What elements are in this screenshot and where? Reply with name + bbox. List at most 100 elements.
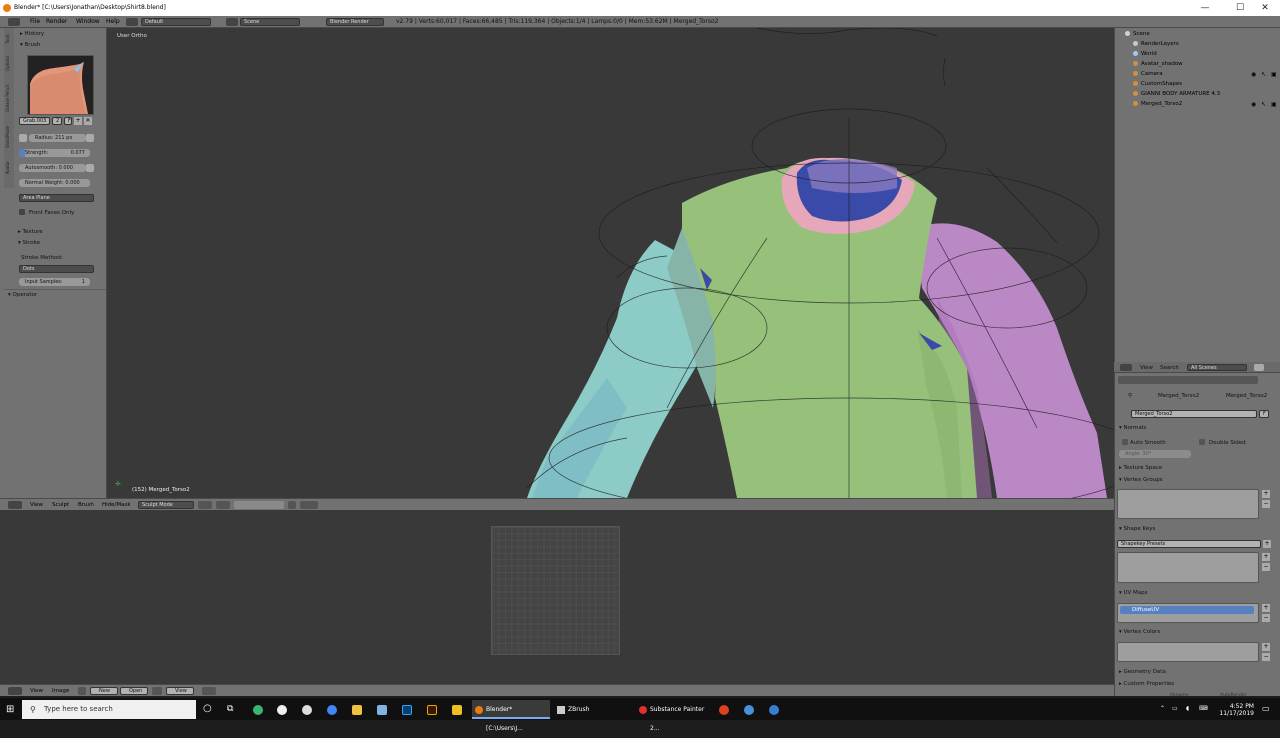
menu-help[interactable]: Help [106, 18, 120, 25]
brush-name-field[interactable]: Grab.003 [19, 117, 50, 125]
image-editor-type-icon[interactable] [8, 687, 22, 695]
outliner-search-menu[interactable]: Search [1160, 365, 1179, 371]
lock-layers-icon[interactable] [288, 501, 296, 509]
render-engine-selector[interactable]: Blender Render [326, 18, 384, 26]
menu-render[interactable]: Render [46, 18, 67, 25]
menu-brush[interactable]: Brush [78, 502, 94, 508]
file-explorer-icon[interactable] [352, 705, 362, 715]
tab-options[interactable]: Options [5, 50, 13, 76]
menu-view[interactable]: View [30, 502, 43, 508]
area-plane-selector[interactable]: Area Plane [19, 194, 94, 202]
layout-selector[interactable]: Default [141, 18, 211, 26]
scene-icon[interactable] [226, 18, 238, 26]
task-view-icon[interactable]: ⧉ [227, 704, 233, 714]
uv-menu-view[interactable]: View [30, 688, 43, 694]
scene-selector[interactable]: Scene [240, 18, 300, 26]
brush-users-field[interactable]: 2 [52, 117, 62, 125]
input-samples-field[interactable]: Input Samples: 1 [19, 278, 90, 286]
menu-sculpt[interactable]: Sculpt [52, 502, 69, 508]
custom-properties-panel-header[interactable]: ▸ Custom Properties [1119, 681, 1174, 687]
app-icon-green[interactable] [253, 705, 263, 715]
shape-keys-panel-header[interactable]: ▾ Shape Keys [1119, 526, 1155, 532]
tab-avatar[interactable]: Avatar [5, 156, 13, 180]
app-icon-sun[interactable] [277, 705, 287, 715]
layer-buttons[interactable] [234, 501, 284, 509]
shading-icon[interactable] [198, 501, 212, 509]
menu-file[interactable]: File [30, 18, 40, 25]
taskbar-app-blender[interactable]: Blender* [C:\Users\J... [472, 700, 550, 732]
app-icon-steam[interactable] [302, 705, 312, 715]
outliner-item[interactable]: Avatar_shadow [1133, 61, 1183, 67]
outliner-item[interactable]: Merged_Torso2 [1133, 101, 1182, 107]
remove-vertex-color-icon[interactable]: − [1262, 653, 1270, 661]
normal-weight-slider[interactable]: Normal Weight: 0.000 [19, 179, 90, 187]
vertex-colors-panel-header[interactable]: ▾ Vertex Colors [1119, 629, 1160, 635]
tab-grease-pencil[interactable]: Grease Pencil [5, 78, 13, 118]
brush-panel-header[interactable]: ▾ Brush [20, 42, 40, 48]
close-button[interactable]: ✕ [1250, 0, 1280, 16]
notifications-icon[interactable]: ▭ [1262, 704, 1270, 713]
taskbar-app-substance[interactable]: Substance Painter 2... [636, 700, 712, 732]
render-camera-icon[interactable]: ▣ [1271, 101, 1277, 108]
photoshop-icon[interactable] [402, 705, 412, 715]
brush-fake-user[interactable]: F [64, 117, 72, 125]
open-image-button[interactable]: Open [120, 687, 148, 695]
uv-menu-image[interactable]: Image [52, 688, 69, 694]
remove-vertex-group-icon[interactable]: − [1262, 500, 1270, 508]
tab-slots[interactable]: Slots/Mode [5, 120, 13, 154]
brush-remove-icon[interactable]: ✕ [84, 117, 92, 125]
auto-smooth-checkbox[interactable] [1122, 439, 1128, 445]
vertex-groups-list[interactable] [1117, 489, 1259, 519]
cortana-icon[interactable]: ○ [203, 703, 212, 714]
property-context-tabs[interactable] [1118, 376, 1258, 384]
uv-view-selector[interactable]: View [166, 687, 194, 695]
stroke-method-selector[interactable]: Dots [19, 265, 94, 273]
outliner-item[interactable]: GIANNI BODY ARMATURE 4.3 [1133, 91, 1220, 97]
operator-panel-header[interactable]: ▾ Operator [4, 289, 106, 299]
render-preview-icon[interactable] [300, 501, 318, 509]
outliner-scope-selector[interactable]: All Scenes [1187, 364, 1247, 371]
vertex-groups-panel-header[interactable]: ▾ Vertex Groups [1119, 477, 1163, 483]
pin-icon[interactable] [152, 687, 162, 695]
add-vertex-group-icon[interactable]: + [1262, 490, 1270, 498]
add-uv-map-icon[interactable]: + [1262, 604, 1270, 612]
app-icon-fox[interactable] [719, 705, 729, 715]
strength-slider[interactable]: Strength: 0.077 [19, 149, 90, 157]
brush-preview[interactable] [27, 55, 94, 115]
app-icon-feather[interactable] [377, 705, 387, 715]
search-icon[interactable] [1254, 364, 1264, 371]
render-camera-icon[interactable]: ▣ [1271, 71, 1277, 78]
volume-icon[interactable]: ◖ [1186, 705, 1189, 712]
mesh-name-field[interactable]: Merged_Torso2 [1131, 410, 1257, 418]
radius-pressure-icon[interactable] [86, 134, 94, 142]
outliner-view-menu[interactable]: View [1140, 365, 1153, 371]
uv-maps-list[interactable]: DiffuseUV [1117, 603, 1259, 623]
front-faces-checkbox[interactable] [19, 209, 25, 215]
taskbar-search-input[interactable]: ⚲ Type here to search [22, 700, 196, 719]
chrome-icon[interactable] [327, 705, 337, 715]
autosmooth-slider[interactable]: Autosmooth: 0.000 [19, 164, 86, 172]
remove-uv-map-icon[interactable]: − [1262, 614, 1270, 622]
stroke-panel-header[interactable]: ▾ Stroke [18, 240, 40, 246]
autosmooth-pressure-icon[interactable] [86, 164, 94, 172]
viewport-editor-icon[interactable] [8, 501, 22, 509]
mesh-fake-user[interactable]: F [1259, 410, 1269, 418]
brush-add-icon[interactable]: + [74, 117, 82, 125]
outliner-item[interactable]: CustomShapes [1133, 81, 1182, 87]
windows-start-icon[interactable]: ⊞ [6, 704, 14, 715]
illustrator-icon[interactable] [427, 705, 437, 715]
tab-tools[interactable]: Tools [5, 30, 13, 48]
pivot-icon[interactable] [216, 501, 230, 509]
radius-field[interactable]: Radius: 211 px [29, 134, 86, 142]
menu-hide-mask[interactable]: Hide/Mask [102, 502, 131, 508]
normals-panel-header[interactable]: ▾ Normals [1119, 425, 1146, 431]
remove-shape-key-icon[interactable]: − [1262, 563, 1270, 571]
new-image-button[interactable]: New [90, 687, 118, 695]
uv-map-item[interactable]: DiffuseUV [1120, 606, 1254, 614]
texture-space-panel-header[interactable]: ▸ Texture Space [1119, 465, 1162, 471]
image-browse-icon[interactable] [78, 687, 86, 695]
app-icon-sync[interactable] [769, 705, 779, 715]
select-arrow-icon[interactable]: ↖ [1261, 71, 1266, 78]
outliner-item[interactable]: Camera [1133, 71, 1163, 77]
shape-keys-list[interactable] [1117, 552, 1259, 583]
